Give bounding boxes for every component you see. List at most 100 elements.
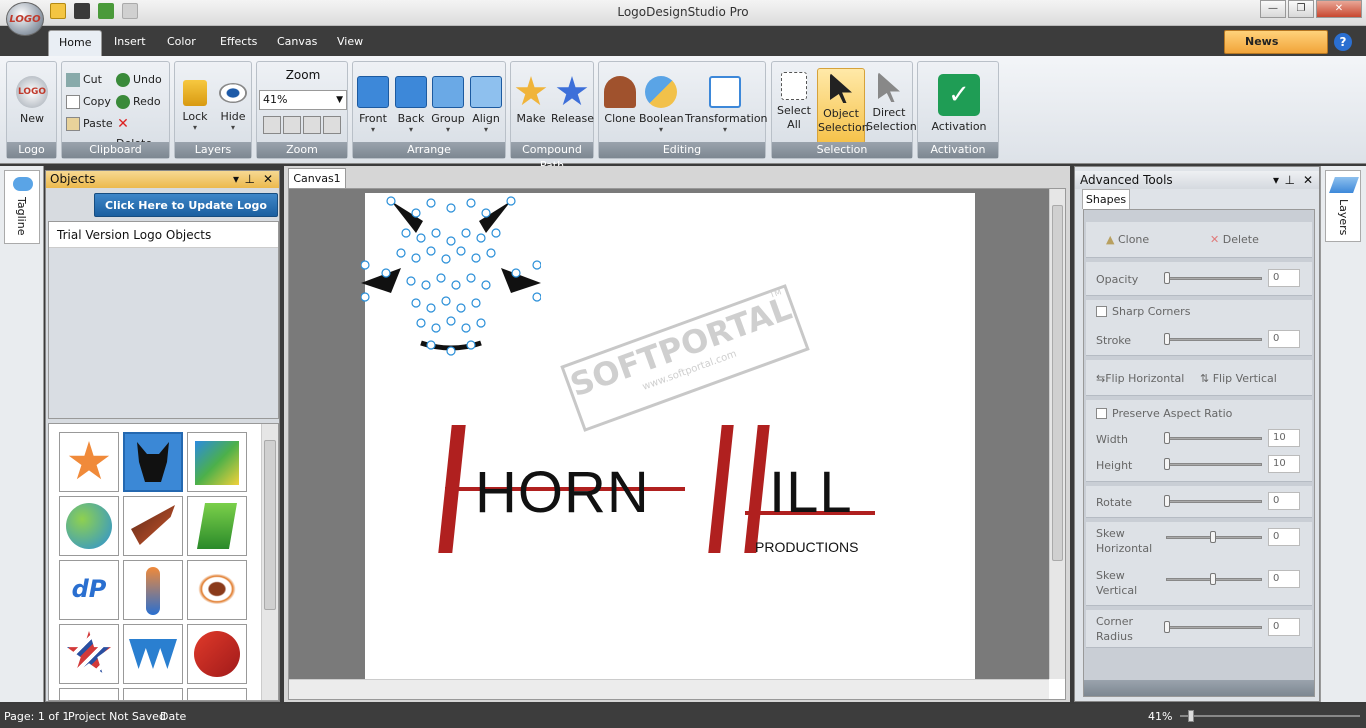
- select-all-button[interactable]: Select All: [774, 72, 814, 132]
- hide-button[interactable]: Hide ▾: [215, 80, 251, 132]
- canvas-hscrollbar[interactable]: [289, 679, 1049, 699]
- tab-insert[interactable]: Insert: [104, 30, 156, 56]
- delete-button[interactable]: ✕Delete: [116, 114, 169, 150]
- corner-radius-slider[interactable]: [1166, 626, 1262, 629]
- app-orb-button[interactable]: LOGO: [6, 2, 44, 36]
- zoom-actual-icon[interactable]: [323, 116, 341, 134]
- undo-button[interactable]: Undo: [116, 70, 162, 90]
- news-flash-button[interactable]: News Flash(4): [1224, 30, 1328, 70]
- logo-thumb-brush[interactable]: [123, 496, 183, 556]
- rotate-value[interactable]: 0: [1268, 492, 1300, 510]
- logo-thumb-road[interactable]: [187, 624, 247, 684]
- skew-horizontal-value[interactable]: 0: [1268, 528, 1300, 546]
- logo-thumb-partial-1[interactable]: [59, 688, 119, 700]
- thumbs-scrollbar[interactable]: [261, 424, 278, 700]
- selected-wolf-object[interactable]: [361, 193, 541, 363]
- sharp-corners-checkbox[interactable]: [1096, 306, 1107, 317]
- slider-knob[interactable]: [1210, 573, 1216, 585]
- direct-selection-button[interactable]: Direct Selection: [866, 72, 917, 134]
- make-button[interactable]: Make: [513, 76, 549, 125]
- redo-button[interactable]: Redo: [116, 92, 161, 112]
- slider-knob[interactable]: [1164, 333, 1170, 345]
- group-button[interactable]: Group ▾: [429, 76, 467, 134]
- close-icon[interactable]: ✕: [263, 171, 273, 188]
- tab-view[interactable]: View: [327, 30, 373, 56]
- list-item[interactable]: Trial Version Logo Objects: [49, 222, 278, 248]
- lock-button[interactable]: Lock ▾: [177, 80, 213, 132]
- opacity-value[interactable]: 0: [1268, 269, 1300, 287]
- tab-canvas[interactable]: Canvas: [267, 30, 327, 56]
- layers-tab[interactable]: Layers: [1325, 170, 1361, 242]
- slider-knob[interactable]: [1164, 621, 1170, 633]
- zoom-fit-icon[interactable]: [263, 116, 281, 134]
- height-value[interactable]: 10: [1268, 455, 1300, 473]
- export-icon[interactable]: [98, 3, 114, 19]
- close-icon[interactable]: ✕: [1303, 171, 1313, 189]
- logo-thumb-leaf[interactable]: [187, 496, 247, 556]
- stroke-slider[interactable]: [1166, 338, 1262, 341]
- scroll-thumb[interactable]: [264, 440, 276, 610]
- logo-thumb-star[interactable]: [59, 432, 119, 492]
- slider-knob[interactable]: [1164, 432, 1170, 444]
- logo-thumb-swoosh[interactable]: [187, 432, 247, 492]
- update-logo-content-button[interactable]: Click Here to Update Logo Content: [94, 193, 278, 236]
- new-logo-button[interactable]: LOGO New: [11, 76, 53, 125]
- rotate-slider[interactable]: [1166, 500, 1262, 503]
- logo-thumb-globe[interactable]: [59, 496, 119, 556]
- slider-knob[interactable]: [1164, 458, 1170, 470]
- width-slider[interactable]: [1166, 437, 1262, 440]
- slider-knob[interactable]: [1164, 272, 1170, 284]
- flip-horizontal-button[interactable]: ⇆Flip Horizontal: [1096, 372, 1184, 385]
- logo-thumb-people[interactable]: [123, 624, 183, 684]
- pin-icon[interactable]: ⊥: [1285, 171, 1295, 189]
- save-icon[interactable]: [74, 3, 90, 19]
- logo-text-horn[interactable]: HORN: [475, 461, 650, 525]
- logo-thumb-ribbon[interactable]: [123, 560, 183, 620]
- back-button[interactable]: Back ▾: [393, 76, 429, 134]
- dropdown-icon[interactable]: ▾: [1273, 171, 1279, 189]
- opacity-slider[interactable]: [1166, 277, 1262, 280]
- logo-thumb-dp[interactable]: dP: [59, 560, 119, 620]
- skew-vertical-value[interactable]: 0: [1268, 570, 1300, 588]
- canvas-vscrollbar[interactable]: [1049, 189, 1065, 679]
- menu-icon[interactable]: [122, 3, 138, 19]
- height-slider[interactable]: [1166, 463, 1262, 466]
- boolean-button[interactable]: Boolean ▾: [639, 76, 684, 134]
- clone-tool-button[interactable]: ▲ Clone: [1106, 233, 1149, 246]
- stroke-value[interactable]: 0: [1268, 330, 1300, 348]
- corner-radius-value[interactable]: 0: [1268, 618, 1300, 636]
- release-button[interactable]: Release: [551, 76, 594, 125]
- clone-button[interactable]: Clone: [601, 76, 639, 125]
- flip-vertical-button[interactable]: ⇅ Flip Vertical: [1200, 372, 1277, 385]
- zoom-select[interactable]: 41% ▼: [259, 90, 347, 110]
- canvas-tab[interactable]: Canvas1: [288, 168, 346, 188]
- dropdown-icon[interactable]: ▾: [233, 171, 239, 188]
- zoom-out-icon[interactable]: [303, 116, 321, 134]
- logo-thumb-wolf[interactable]: [123, 432, 183, 492]
- pin-icon[interactable]: ⊥: [245, 171, 255, 188]
- zoom-slider-knob[interactable]: [1188, 710, 1194, 722]
- canvas-page[interactable]: SOFTPORTAL www.softportal.com TM HORN IL…: [361, 193, 975, 679]
- width-value[interactable]: 10: [1268, 429, 1300, 447]
- delete-tool-button[interactable]: ✕ Delete: [1210, 233, 1259, 246]
- align-button[interactable]: Align ▾: [467, 76, 505, 134]
- open-icon[interactable]: [50, 3, 66, 19]
- maximize-button[interactable]: ❐: [1288, 0, 1314, 18]
- logo-thumb-partial-3[interactable]: [187, 688, 247, 700]
- tab-color[interactable]: Color: [157, 30, 206, 56]
- minimize-button[interactable]: —: [1260, 0, 1286, 18]
- transformation-button[interactable]: Transformation ▾: [685, 76, 768, 134]
- logo-subtitle[interactable]: PRODUCTIONS: [755, 539, 858, 555]
- close-button[interactable]: ✕: [1316, 0, 1362, 18]
- preserve-aspect-checkbox[interactable]: [1096, 408, 1107, 419]
- logo-thumb-partial-2[interactable]: [123, 688, 183, 700]
- tab-home[interactable]: Home: [48, 30, 103, 56]
- logo-slash-2[interactable]: [708, 425, 734, 553]
- slider-knob[interactable]: [1164, 495, 1170, 507]
- tab-effects[interactable]: Effects: [210, 30, 267, 56]
- paste-button[interactable]: Paste: [66, 114, 113, 134]
- front-button[interactable]: Front ▾: [355, 76, 391, 134]
- cut-button[interactable]: Cut: [66, 70, 102, 90]
- logo-slash-3[interactable]: [744, 425, 770, 553]
- zoom-slider[interactable]: [1180, 715, 1360, 717]
